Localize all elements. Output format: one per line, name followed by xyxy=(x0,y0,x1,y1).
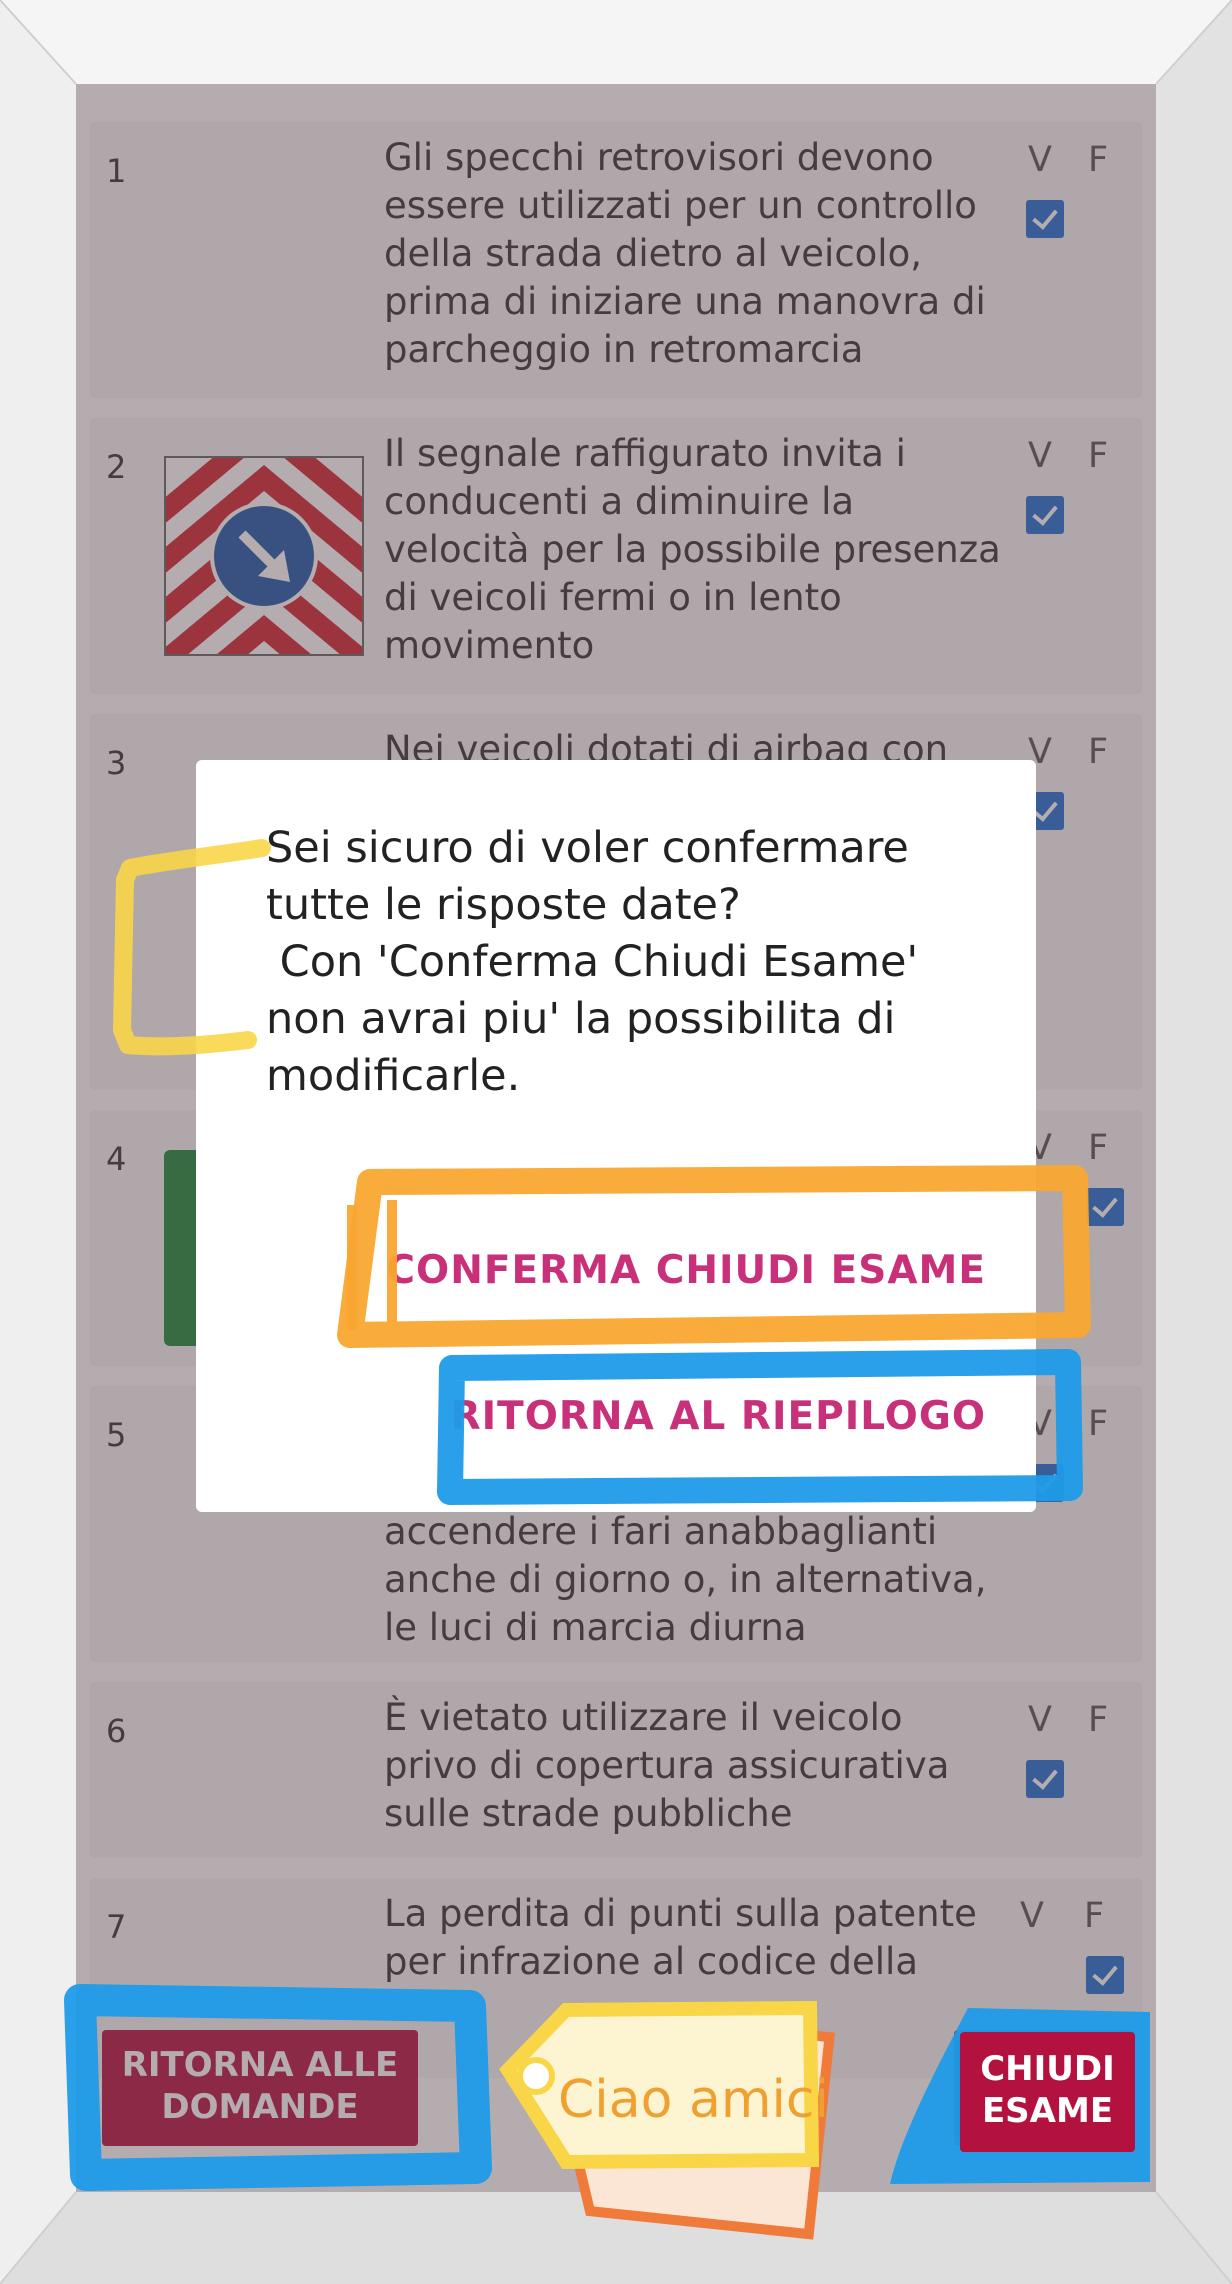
sticker-text: Ciao amici xyxy=(558,2070,829,2130)
dialog-message: Sei sicuro di voler confermare tutte le … xyxy=(266,823,919,1101)
confirm-close-exam-button[interactable]: CONFERMA CHIUDI ESAME xyxy=(386,1248,986,1293)
close-exam-button-label: CHIUDI ESAME xyxy=(980,2049,1115,2131)
back-to-summary-button[interactable]: RITORNA AL RIEPILOGO xyxy=(451,1394,986,1439)
confirm-dialog: Sei sicuro di voler confermare tutte le … xyxy=(196,760,1036,1512)
